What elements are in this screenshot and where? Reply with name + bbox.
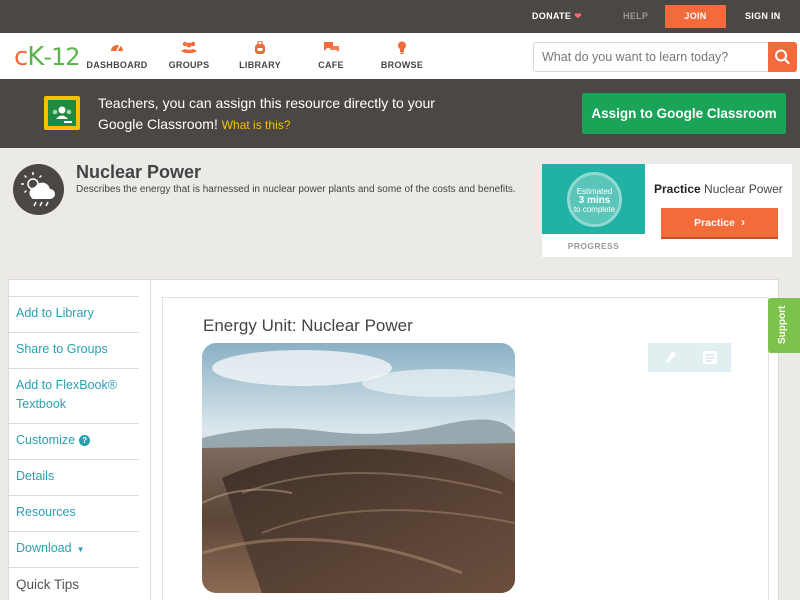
google-classroom-message: Teachers, you can assign this resource d… [98, 93, 458, 136]
google-classroom-icon [44, 96, 80, 130]
sidebar-item-share-to-groups[interactable]: Share to Groups [9, 332, 139, 368]
pencil-icon[interactable] [665, 350, 677, 369]
assign-google-classroom-button[interactable]: Assign to Google Classroom [582, 93, 786, 134]
nav-dashboard-label: DASHBOARD [86, 60, 148, 70]
nav-browse-label: BROWSE [380, 60, 424, 70]
donate-link[interactable]: DONATE ❤ [532, 0, 582, 33]
estimated-minutes: 3 mins [578, 195, 611, 206]
nav-dashboard[interactable]: DASHBOARD [84, 41, 150, 70]
nav-cafe[interactable]: CAFE [298, 41, 364, 70]
sidebar-item-customize[interactable]: Customize? [9, 423, 139, 459]
main-nav: cK-12 DASHBOARD GROUPS LIBRARY CAFE BROW… [0, 33, 800, 79]
sidebar-divider-vertical [150, 280, 151, 600]
article-card: Energy Unit: Nuclear Power [162, 297, 769, 600]
join-button[interactable]: JOIN [665, 5, 726, 28]
sidebar-item-details[interactable]: Details [9, 459, 139, 495]
nav-browse[interactable]: BROWSE [369, 41, 435, 70]
ck12-logo[interactable]: cK-12 [14, 42, 81, 72]
annotation-tools [648, 343, 731, 372]
logo-c: c [14, 42, 28, 72]
concept-title: Nuclear Power [76, 162, 202, 182]
estimated-to-complete: to complete [573, 205, 616, 214]
progress-image: Estimated 3 mins to complete [542, 164, 645, 234]
chevron-right-icon: › [740, 215, 745, 229]
dashboard-gauge-icon [84, 41, 150, 57]
help-question-icon[interactable]: ? [79, 435, 91, 446]
cafe-chat-bubbles-icon [298, 41, 364, 57]
search-button[interactable] [768, 42, 797, 72]
browse-lightbulb-icon [369, 41, 435, 57]
search-icon [775, 49, 790, 65]
nav-groups-label: GROUPS [168, 60, 210, 70]
logo-k: K [27, 42, 44, 72]
nav-library[interactable]: LIBRARY [227, 40, 293, 70]
search-box [533, 42, 797, 72]
nav-cafe-label: CAFE [318, 60, 344, 70]
estimated-time-badge: Estimated 3 mins to complete [567, 172, 622, 227]
nav-library-label: LIBRARY [239, 60, 281, 70]
sidebar: Add to Library Share to Groups Add to Fl… [9, 280, 141, 600]
customize-label: Customize [16, 433, 76, 447]
what-is-this-link[interactable]: What is this? [222, 118, 291, 132]
practice-title-bold: Practice [654, 182, 701, 196]
concept-description: Describes the energy that is harnessed i… [76, 184, 516, 195]
notes-icon[interactable] [703, 351, 717, 369]
library-backpack-icon [227, 40, 293, 57]
sidebar-divider [9, 567, 139, 568]
sidebar-item-add-to-library[interactable]: Add to Library [9, 296, 139, 332]
download-label: Download [16, 541, 72, 555]
support-label: Support [777, 305, 788, 344]
groups-people-icon [156, 41, 222, 57]
weather-cloud-sun-rain-icon [13, 164, 64, 215]
progress-card: Estimated 3 mins to complete PROGRESS Pr… [542, 164, 792, 257]
google-classroom-banner: Teachers, you can assign this resource d… [0, 79, 800, 148]
sign-in-link[interactable]: SIGN IN [745, 0, 781, 33]
top-bar: DONATE ❤ HELP JOIN SIGN IN [0, 0, 800, 33]
nav-groups[interactable]: GROUPS [156, 41, 222, 70]
logo-number: -12 [43, 43, 80, 71]
heart-icon: ❤ [574, 11, 582, 21]
article-image-desert-landscape [202, 343, 515, 593]
practice-title: Practice Nuclear Power [654, 182, 783, 196]
progress-label: PROGRESS [567, 241, 620, 251]
sidebar-item-resources[interactable]: Resources [9, 495, 139, 531]
practice-button-label: Practice [694, 217, 735, 229]
quick-tips-heading: Quick Tips [16, 577, 80, 592]
practice-title-topic: Nuclear Power [704, 182, 783, 196]
sidebar-item-download[interactable]: Download ▼ [9, 531, 139, 567]
search-input[interactable] [534, 43, 769, 71]
practice-button[interactable]: Practice › [661, 208, 778, 239]
donate-label: DONATE [532, 11, 572, 21]
sidebar-item-add-to-flexbook[interactable]: Add to FlexBook® Textbook [9, 368, 139, 423]
article-title: Energy Unit: Nuclear Power [203, 316, 413, 335]
caret-down-icon: ▼ [76, 545, 85, 554]
help-link[interactable]: HELP [623, 0, 648, 33]
support-tab[interactable]: Support [768, 298, 800, 353]
